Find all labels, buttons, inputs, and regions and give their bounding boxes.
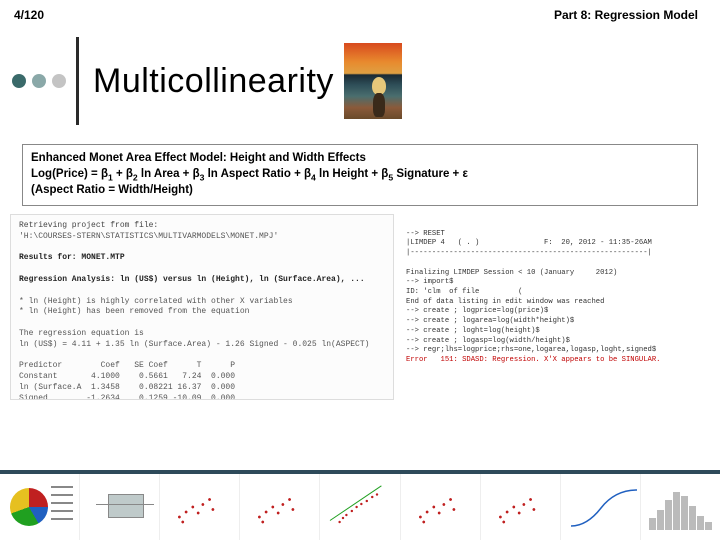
dot-icon <box>52 74 66 88</box>
minitab-output-panel: Retrieving project from file: 'H:\COURSE… <box>10 214 394 400</box>
thumb-pie-chart <box>0 474 80 540</box>
page-number: 4/120 <box>14 8 44 22</box>
thumb-regression <box>320 474 400 540</box>
dot-icon <box>32 74 46 88</box>
thumb-histogram <box>641 474 720 540</box>
thumbnail-strip <box>0 470 720 540</box>
part-title: Part 8: Regression Model <box>554 8 698 22</box>
model-line1: Enhanced Monet Area Effect Model: Height… <box>31 152 366 164</box>
scream-painting-thumbnail <box>344 43 402 119</box>
thumb-scatter <box>481 474 561 540</box>
slide-title: Multicollinearity <box>93 62 334 101</box>
bullet-dots <box>12 74 66 88</box>
thumb-scatter <box>240 474 320 540</box>
thumb-scatter <box>401 474 481 540</box>
model-line3: (Aspect Ratio = Width/Height) <box>31 184 193 196</box>
thumb-boxplot <box>80 474 160 540</box>
model-equation: Log(Price) = β1 + β2 ln Area + β3 ln Asp… <box>31 167 689 184</box>
thumb-ogive <box>561 474 641 540</box>
model-description-box: Enhanced Monet Area Effect Model: Height… <box>22 144 698 206</box>
thumb-scatter <box>160 474 240 540</box>
dot-icon <box>12 74 26 88</box>
vertical-bar-icon <box>76 37 79 125</box>
limdep-output-panel: --> RESET |LIMDEP 4 ( . ) F: 20, 2012 - … <box>400 214 710 400</box>
title-row: Multicollinearity <box>12 36 720 126</box>
